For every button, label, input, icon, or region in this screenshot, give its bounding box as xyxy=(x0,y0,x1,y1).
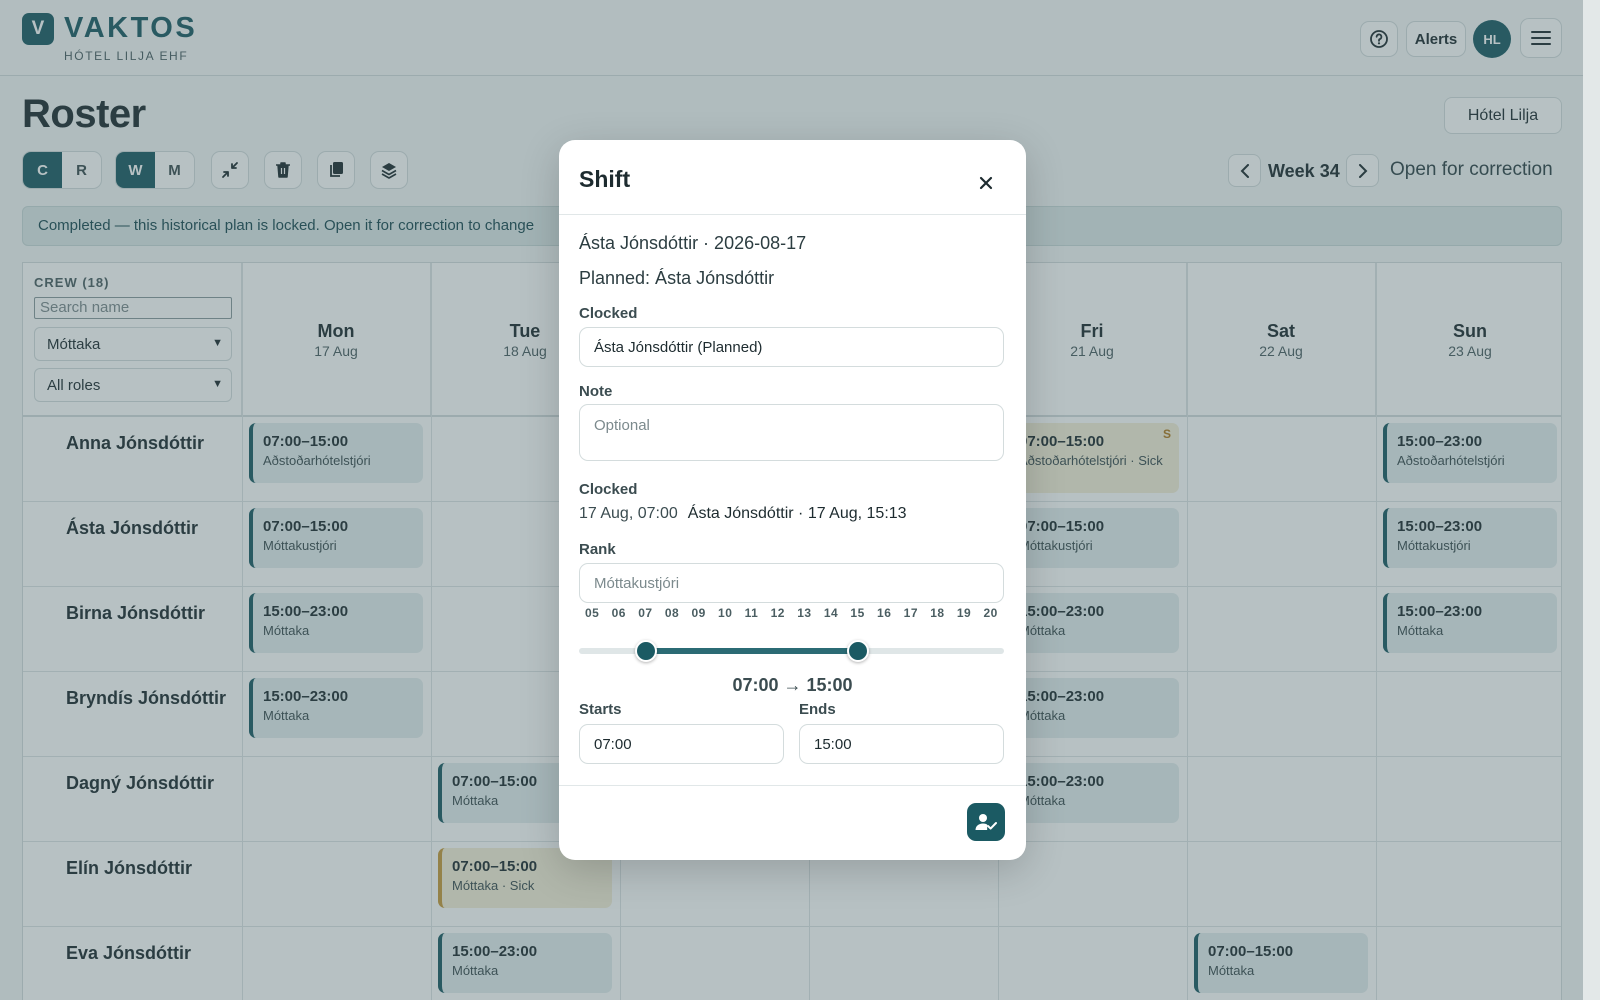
clocked-label: Clocked xyxy=(579,305,638,322)
time-range-slider[interactable] xyxy=(579,640,1004,662)
clocked-select[interactable]: Ásta Jónsdóttir (Planned) xyxy=(579,327,1004,367)
footer-divider xyxy=(559,785,1026,786)
shift-dialog: Shift Ásta Jónsdóttir · 2026-08-17 Plann… xyxy=(559,140,1026,860)
clock-out-time: Ásta Jónsdóttir · 17 Aug, 15:13 xyxy=(687,505,907,522)
hour-tick: 09 xyxy=(691,606,706,620)
slider-start-handle[interactable] xyxy=(634,640,657,662)
starts-label: Starts xyxy=(579,701,622,718)
starts-input[interactable]: 07:00 xyxy=(579,724,784,764)
close-button[interactable] xyxy=(971,168,1001,198)
dialog-divider xyxy=(559,214,1026,215)
hour-tick: 19 xyxy=(956,606,972,620)
hour-tick: 18 xyxy=(930,606,945,620)
hour-tick: 07 xyxy=(638,606,653,620)
close-icon xyxy=(979,176,993,190)
rank-select[interactable]: Móttakustjóri xyxy=(579,563,1004,603)
range-readout: 07:00 → 15:00 xyxy=(732,675,853,695)
clocked-times-label: Clocked xyxy=(579,481,638,498)
shift-subject: Ásta Jónsdóttir · 2026-08-17 xyxy=(579,233,807,253)
hour-tick: 11 xyxy=(744,606,759,620)
note-label: Note xyxy=(579,383,613,400)
ends-input[interactable]: 15:00 xyxy=(799,724,1004,764)
ends-label: Ends xyxy=(799,701,836,718)
assign-button[interactable] xyxy=(967,803,1005,841)
page-scrollbar[interactable] xyxy=(1583,0,1600,1000)
hour-tick: 06 xyxy=(611,606,626,620)
slider-end-handle[interactable] xyxy=(846,640,869,662)
hour-tick: 15 xyxy=(850,606,865,620)
hour-tick: 14 xyxy=(823,606,839,620)
hour-scale: 05 06 07 08 09 10 11 12 13 14 15 16 17 18 19 20 xyxy=(579,606,1004,620)
slider-fill xyxy=(645,648,858,654)
hour-tick: 05 xyxy=(585,606,600,620)
hour-tick: 16 xyxy=(877,606,892,620)
planned-person: Planned: Ásta Jónsdóttir xyxy=(579,268,775,288)
hour-tick: 13 xyxy=(797,606,812,620)
note-textarea[interactable]: Optional xyxy=(579,404,1004,461)
clock-record: 17 Aug, 07:00 Ásta Jónsdóttir · 17 Aug, 1… xyxy=(579,505,907,523)
clock-in-time: 17 Aug, 07:00 xyxy=(579,505,678,522)
app-root: V VAKTOS HÓTEL LILJA EHF Alerts HL Roste… xyxy=(0,0,1583,1000)
hour-tick: 10 xyxy=(718,606,733,620)
hour-tick: 08 xyxy=(664,606,680,620)
dialog-title: Shift xyxy=(579,166,631,192)
hour-tick: 20 xyxy=(983,606,998,620)
hour-tick: 12 xyxy=(770,606,785,620)
hour-tick: 17 xyxy=(903,606,918,620)
rank-label: Rank xyxy=(579,541,616,558)
user-check-icon xyxy=(975,814,997,830)
